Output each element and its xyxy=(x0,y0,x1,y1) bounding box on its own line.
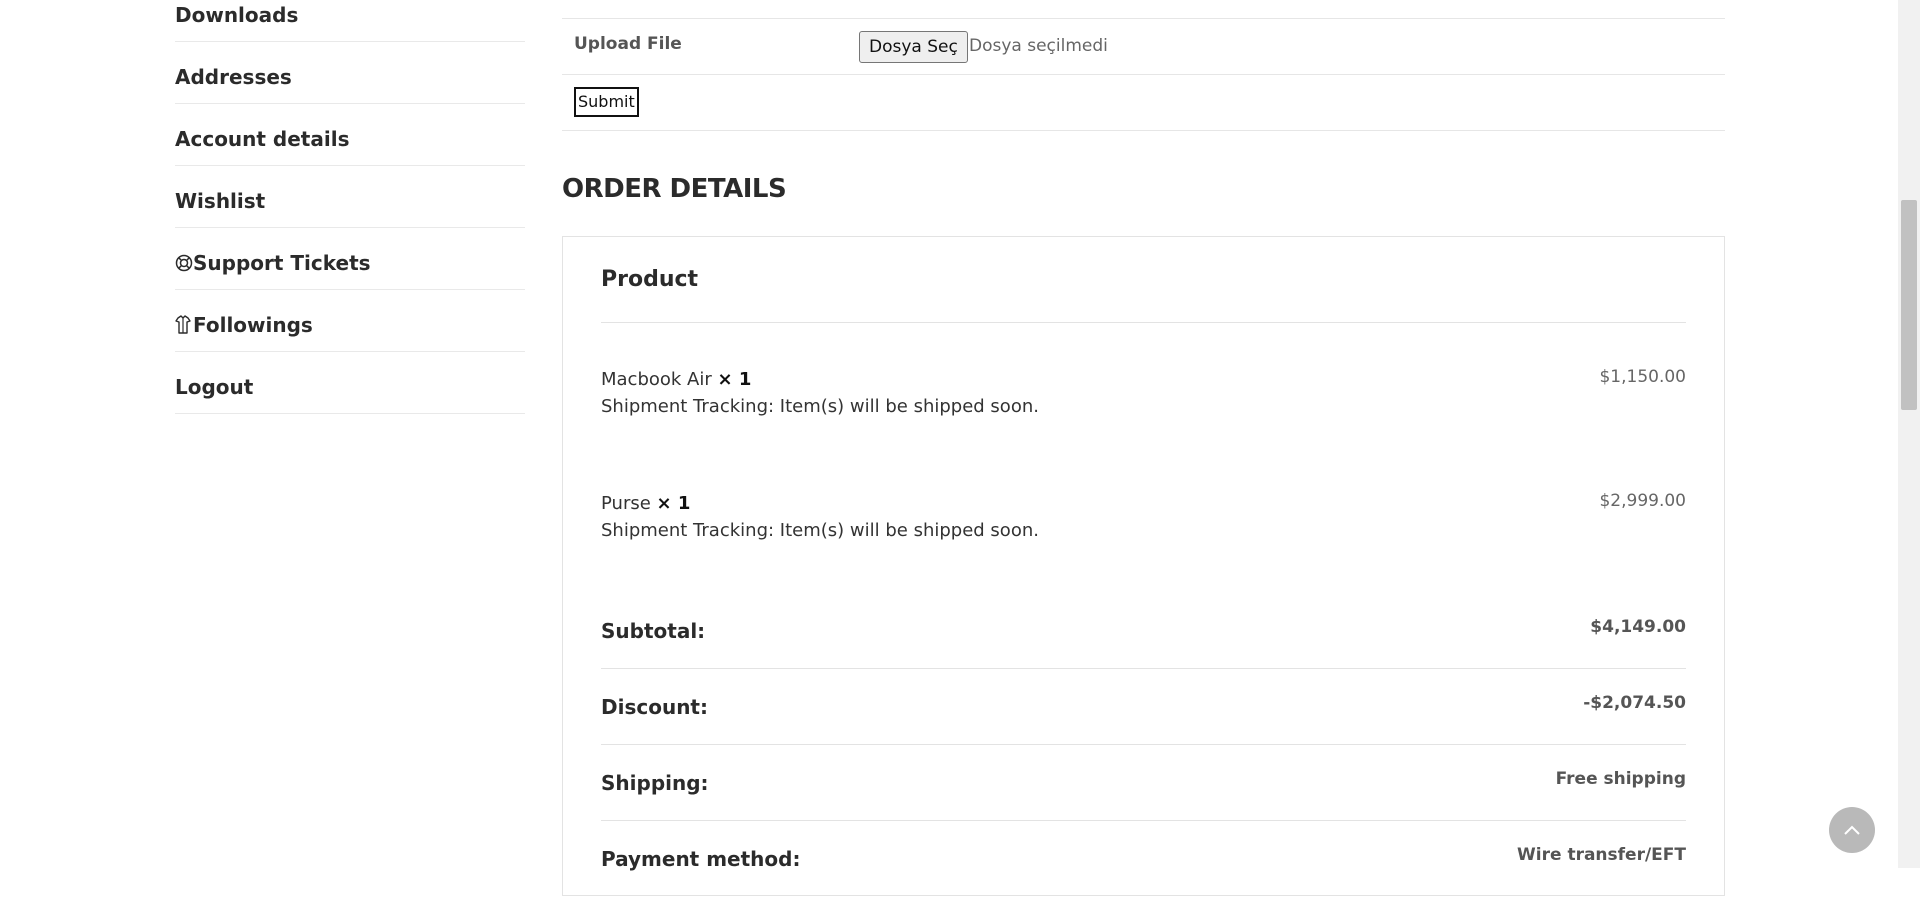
account-sidebar: Downloads Addresses Account details Wish… xyxy=(175,0,525,414)
item-name: Purse xyxy=(601,493,651,514)
payment-method-label: Payment method: xyxy=(601,847,801,871)
shipping-row: Shipping: Free shipping xyxy=(601,745,1686,821)
order-item-name: Macbook Air × 1 xyxy=(601,369,1686,390)
chevron-up-icon xyxy=(1843,821,1861,840)
sidebar-item-label: Logout xyxy=(175,374,254,399)
sidebar-item-logout[interactable]: Logout xyxy=(175,352,525,414)
scrollbar-thumb[interactable] xyxy=(1901,200,1917,410)
storefront-icon xyxy=(175,314,193,335)
order-details-title: ORDER DETAILS xyxy=(562,174,787,204)
order-item-name: Purse × 1 xyxy=(601,493,1686,514)
scroll-to-top-button[interactable] xyxy=(1829,807,1875,853)
item-price: $2,999.00 xyxy=(1599,491,1686,511)
shipping-value: Free shipping xyxy=(1555,769,1686,789)
product-column-header: Product xyxy=(601,267,1686,323)
order-item: Macbook Air × 1 Shipment Tracking: Item(… xyxy=(601,367,1686,417)
subtotal-value: $4,149.00 xyxy=(1590,617,1686,637)
sidebar-item-label: Account details xyxy=(175,126,350,151)
shipping-label: Shipping: xyxy=(601,771,709,795)
item-qty: × 1 xyxy=(717,369,752,390)
sidebar-item-support-tickets[interactable]: Support Tickets xyxy=(175,228,525,290)
sidebar-item-account-details[interactable]: Account details xyxy=(175,104,525,166)
discount-label: Discount: xyxy=(601,695,708,719)
page-scrollbar[interactable] xyxy=(1898,0,1920,868)
sidebar-item-label: Addresses xyxy=(175,64,292,89)
sidebar-item-label: Downloads xyxy=(175,2,299,27)
submit-button[interactable]: Submit xyxy=(574,87,639,117)
sidebar-item-addresses[interactable]: Addresses xyxy=(175,42,525,104)
choose-file-button[interactable]: Dosya Seç xyxy=(859,31,968,63)
upload-file-label: Upload File xyxy=(574,34,682,54)
shipment-tracking: Shipment Tracking: Item(s) will be shipp… xyxy=(601,396,1039,417)
order-details-box: Product Macbook Air × 1 Shipment Trackin… xyxy=(562,236,1725,896)
sidebar-item-followings[interactable]: Followings xyxy=(175,290,525,352)
payment-method-row: Payment method: Wire transfer/EFT xyxy=(601,821,1686,897)
sidebar-item-downloads[interactable]: Downloads xyxy=(175,0,525,42)
upload-file-row: Upload File Dosya Seç Dosya seçilmedi xyxy=(562,18,1725,75)
sidebar-item-wishlist[interactable]: Wishlist xyxy=(175,166,525,228)
file-status-text: Dosya seçilmedi xyxy=(969,36,1108,56)
discount-value: -$2,074.50 xyxy=(1583,693,1686,713)
sidebar-item-label: Wishlist xyxy=(175,188,266,213)
item-qty: × 1 xyxy=(656,493,691,514)
payment-method-value: Wire transfer/EFT xyxy=(1517,845,1686,865)
sidebar-item-label: Followings xyxy=(193,312,313,337)
lifebuoy-icon xyxy=(175,253,193,273)
item-name: Macbook Air xyxy=(601,369,712,390)
subtotal-row: Subtotal: $4,149.00 xyxy=(601,593,1686,669)
order-item: Purse × 1 Shipment Tracking: Item(s) wil… xyxy=(601,491,1686,541)
shipment-tracking: Shipment Tracking: Item(s) will be shipp… xyxy=(601,520,1039,541)
submit-row: Submit xyxy=(562,75,1725,131)
product-header-label: Product xyxy=(601,267,699,292)
discount-row: Discount: -$2,074.50 xyxy=(601,669,1686,745)
item-price: $1,150.00 xyxy=(1599,367,1686,387)
subtotal-label: Subtotal: xyxy=(601,619,706,643)
sidebar-item-label: Support Tickets xyxy=(193,250,371,275)
